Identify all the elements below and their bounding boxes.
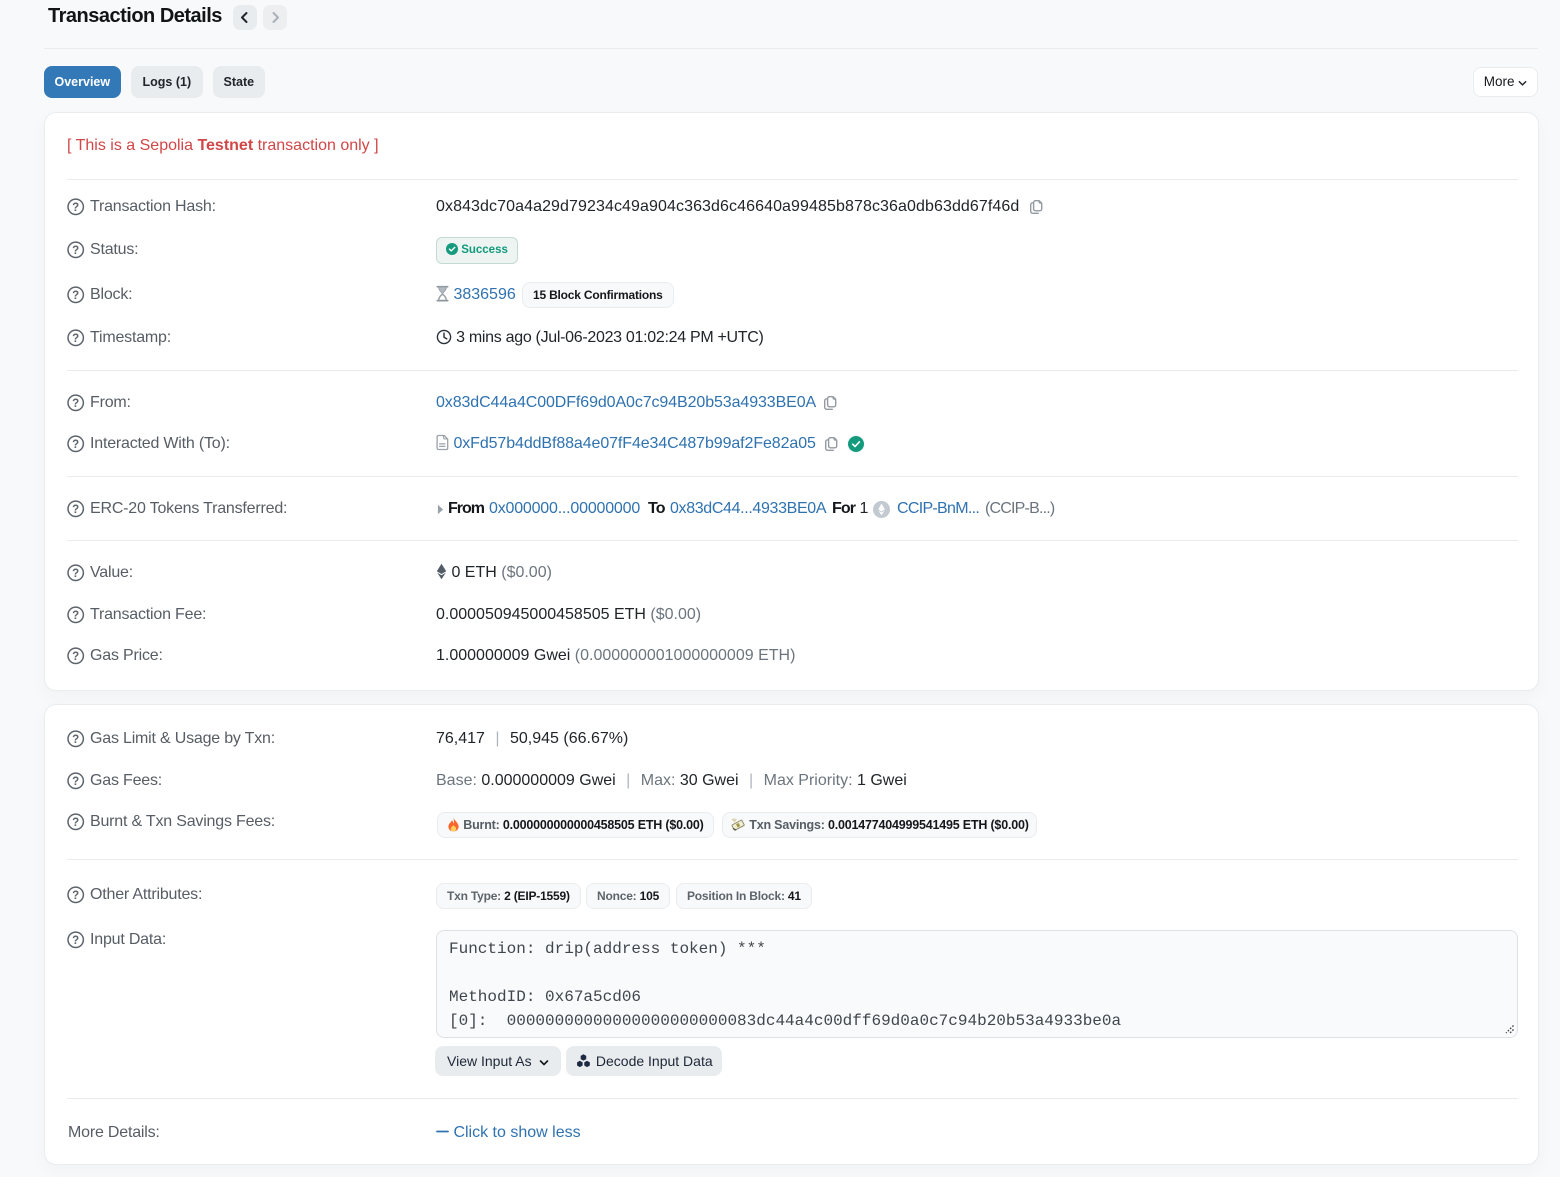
svg-text:?: ? <box>72 817 79 829</box>
svg-text:?: ? <box>72 202 79 214</box>
svg-text:?: ? <box>72 290 79 302</box>
svg-text:?: ? <box>72 568 79 580</box>
svg-text:?: ? <box>72 245 79 257</box>
svg-text:?: ? <box>72 935 79 947</box>
svg-text:?: ? <box>72 776 79 788</box>
svg-text:?: ? <box>72 890 79 902</box>
svg-text:?: ? <box>72 333 79 345</box>
svg-text:?: ? <box>72 439 79 451</box>
svg-text:?: ? <box>72 398 79 410</box>
svg-text:?: ? <box>72 504 79 516</box>
svg-text:?: ? <box>72 651 79 663</box>
svg-text:?: ? <box>72 610 79 622</box>
svg-text:?: ? <box>72 734 79 746</box>
